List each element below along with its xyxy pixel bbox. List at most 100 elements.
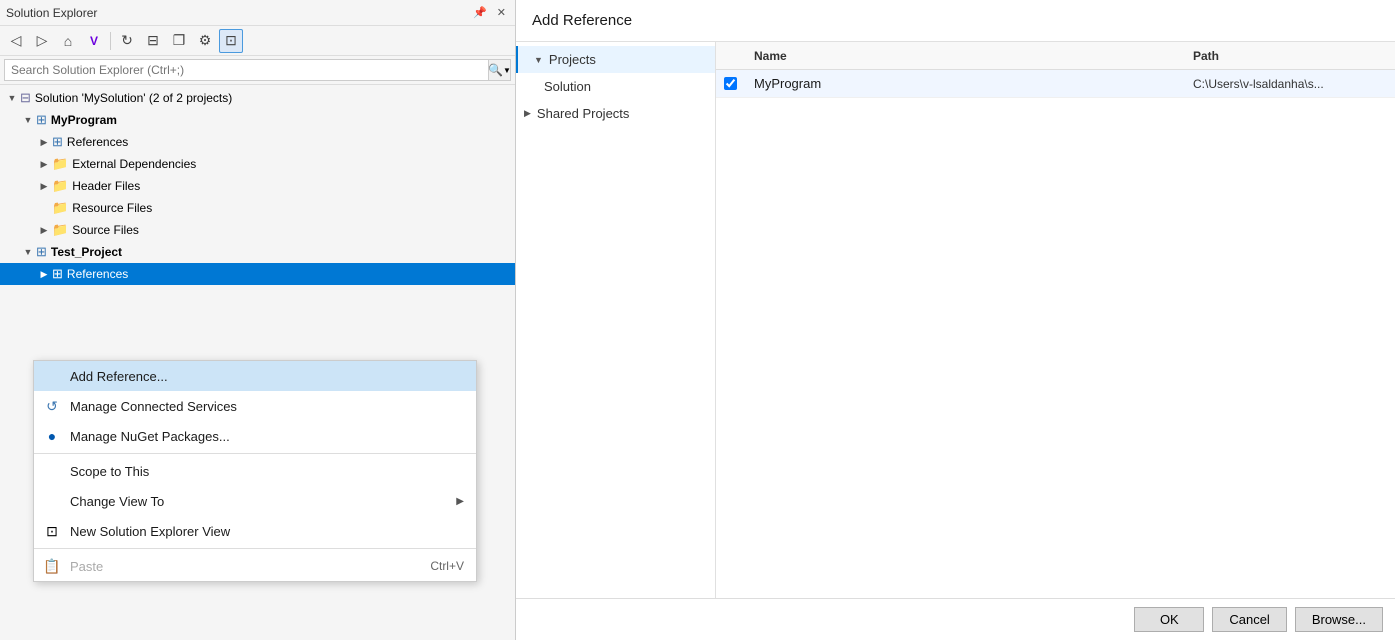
cm-change-view-to[interactable]: Change View To ▶ xyxy=(34,486,476,516)
se-title-bar: Solution Explorer 📌 ✕ xyxy=(0,0,515,26)
cm-add-reference[interactable]: Add Reference... xyxy=(34,361,476,391)
back-button[interactable]: ◁ xyxy=(4,29,28,53)
ar-table-header: Name Path xyxy=(716,42,1395,70)
source-files-label: Source Files xyxy=(72,223,139,237)
close-icon[interactable]: ✕ xyxy=(494,5,509,20)
tree-test-references-node[interactable]: ⊞ References xyxy=(0,263,515,285)
tree-resource-files-node[interactable]: 📁 Resource Files xyxy=(0,197,515,219)
ar-col-path-header[interactable]: Path xyxy=(1185,49,1395,63)
tree-external-deps-node[interactable]: 📁 External Dependencies xyxy=(0,153,515,175)
header-files-expand-icon xyxy=(36,181,52,192)
collapse-button[interactable]: ⊟ xyxy=(141,29,165,53)
cm-paste-shortcut: Ctrl+V xyxy=(430,559,464,573)
search-input[interactable] xyxy=(4,59,489,81)
cm-separator-1 xyxy=(34,453,476,454)
ar-shared-projects-label: Shared Projects xyxy=(537,106,630,121)
cm-new-solution-explorer[interactable]: ⊡ New Solution Explorer View xyxy=(34,516,476,546)
forward-button[interactable]: ▷ xyxy=(30,29,54,53)
ext-deps-icon: 📁 xyxy=(52,156,68,172)
source-files-icon: 📁 xyxy=(52,222,68,238)
ar-sidebar-solution[interactable]: Solution xyxy=(516,73,715,100)
cm-manage-nuget-label: Manage NuGet Packages... xyxy=(70,429,230,444)
cm-new-se-icon: ⊡ xyxy=(42,521,62,541)
test-refs-label: References xyxy=(67,267,128,281)
forward-icon: ▷ xyxy=(37,32,48,49)
source-files-expand-icon xyxy=(36,225,52,236)
home-button[interactable]: ⌂ xyxy=(56,29,80,53)
ext-deps-label: External Dependencies xyxy=(72,157,196,171)
ok-button[interactable]: OK xyxy=(1134,607,1204,632)
new-view-button[interactable]: ⊡ xyxy=(219,29,243,53)
back-icon: ◁ xyxy=(11,32,22,49)
ar-col-name-header[interactable]: Name xyxy=(746,49,1185,63)
ar-checkbox-myprogram[interactable] xyxy=(724,77,737,90)
cm-scope-to-this[interactable]: Scope to This xyxy=(34,456,476,486)
solution-label: Solution 'MySolution' (2 of 2 projects) xyxy=(35,91,232,105)
ar-table-row-myprogram[interactable]: MyProgram C:\Users\v-lsaldanha\s... xyxy=(716,70,1395,98)
cancel-button[interactable]: Cancel xyxy=(1212,607,1286,632)
ar-row-path-myprogram: C:\Users\v-lsaldanha\s... xyxy=(1185,77,1395,91)
toolbar-separator-1 xyxy=(110,32,111,50)
cm-paste[interactable]: 📋 Paste Ctrl+V xyxy=(34,551,476,581)
solution-explorer: Solution Explorer 📌 ✕ ◁ ▷ ⌂ V ↻ ⊟ ❐ ⚙ ⊡ … xyxy=(0,0,516,640)
vs-button[interactable]: V xyxy=(82,29,106,53)
ar-sidebar-shared-projects[interactable]: ▶ Shared Projects xyxy=(516,100,715,127)
browse-button[interactable]: Browse... xyxy=(1295,607,1383,632)
cm-paste-icon: 📋 xyxy=(42,556,62,576)
add-reference-sidebar: ▼ Projects Solution ▶ Shared Projects xyxy=(516,42,716,598)
refresh-icon: ↻ xyxy=(121,32,133,49)
add-reference-title: Add Reference xyxy=(516,0,1395,42)
test-project-icon: ⊞ xyxy=(36,244,47,260)
shared-projects-expand-icon: ▶ xyxy=(524,108,531,119)
resource-files-label: Resource Files xyxy=(72,201,152,215)
copy-button[interactable]: ❐ xyxy=(167,29,191,53)
ext-deps-expand-icon xyxy=(36,159,52,170)
header-files-label: Header Files xyxy=(72,179,140,193)
search-button[interactable]: 🔍 ▼ xyxy=(489,59,511,81)
se-toolbar: ◁ ▷ ⌂ V ↻ ⊟ ❐ ⚙ ⊡ xyxy=(0,26,515,56)
tree-solution-node[interactable]: ⊟ Solution 'MySolution' (2 of 2 projects… xyxy=(0,87,515,109)
solution-expand-icon xyxy=(4,93,20,103)
vs-icon: V xyxy=(90,34,98,48)
tree-header-files-node[interactable]: 📁 Header Files xyxy=(0,175,515,197)
copy-icon: ❐ xyxy=(173,32,186,49)
tree-test-project-node[interactable]: ⊞ Test_Project xyxy=(0,241,515,263)
home-icon: ⌂ xyxy=(64,33,72,49)
tree-references-node[interactable]: ⊞ References xyxy=(0,131,515,153)
dropdown-icon: ▼ xyxy=(503,66,511,75)
ar-solution-label: Solution xyxy=(544,79,591,94)
tree-source-files-node[interactable]: 📁 Source Files xyxy=(0,219,515,241)
add-reference-content: Name Path MyProgram C:\Users\v-lsaldanha… xyxy=(716,42,1395,598)
se-search-bar: 🔍 ▼ xyxy=(0,56,515,85)
search-icon: 🔍 xyxy=(488,63,503,77)
references-label: References xyxy=(67,135,128,149)
ar-projects-label: Projects xyxy=(549,52,596,67)
settings-button[interactable]: ⚙ xyxy=(193,29,217,53)
cm-manage-nuget[interactable]: ● Manage NuGet Packages... xyxy=(34,421,476,451)
cm-nuget-icon: ● xyxy=(42,426,62,446)
test-refs-icon: ⊞ xyxy=(52,266,63,282)
header-files-icon: 📁 xyxy=(52,178,68,194)
cm-separator-2 xyxy=(34,548,476,549)
myprogram-label: MyProgram xyxy=(51,113,117,127)
se-title-icons: 📌 ✕ xyxy=(470,5,509,20)
myprogram-project-icon: ⊞ xyxy=(36,112,47,128)
cm-manage-connected-label: Manage Connected Services xyxy=(70,399,237,414)
references-icon: ⊞ xyxy=(52,134,63,150)
solution-icon: ⊟ xyxy=(20,90,31,106)
tree-myprogram-node[interactable]: ⊞ MyProgram xyxy=(0,109,515,131)
cm-manage-connected[interactable]: ↺ Manage Connected Services xyxy=(34,391,476,421)
add-reference-panel: Add Reference ▼ Projects Solution ▶ Shar… xyxy=(516,0,1395,640)
cm-change-view-label: Change View To xyxy=(70,494,164,509)
ar-sidebar-projects[interactable]: ▼ Projects xyxy=(516,46,715,73)
test-refs-expand-icon xyxy=(36,269,52,280)
test-project-label: Test_Project xyxy=(51,245,122,259)
add-reference-body: ▼ Projects Solution ▶ Shared Projects Na… xyxy=(516,42,1395,598)
ar-row-check-myprogram[interactable] xyxy=(716,77,746,90)
add-reference-footer: OK Cancel Browse... xyxy=(516,598,1395,640)
refresh-button[interactable]: ↻ xyxy=(115,29,139,53)
context-menu: Add Reference... ↺ Manage Connected Serv… xyxy=(33,360,477,582)
cm-paste-label: Paste xyxy=(70,559,103,574)
ar-row-name-myprogram: MyProgram xyxy=(746,76,1185,91)
pin-icon[interactable]: 📌 xyxy=(470,5,490,20)
